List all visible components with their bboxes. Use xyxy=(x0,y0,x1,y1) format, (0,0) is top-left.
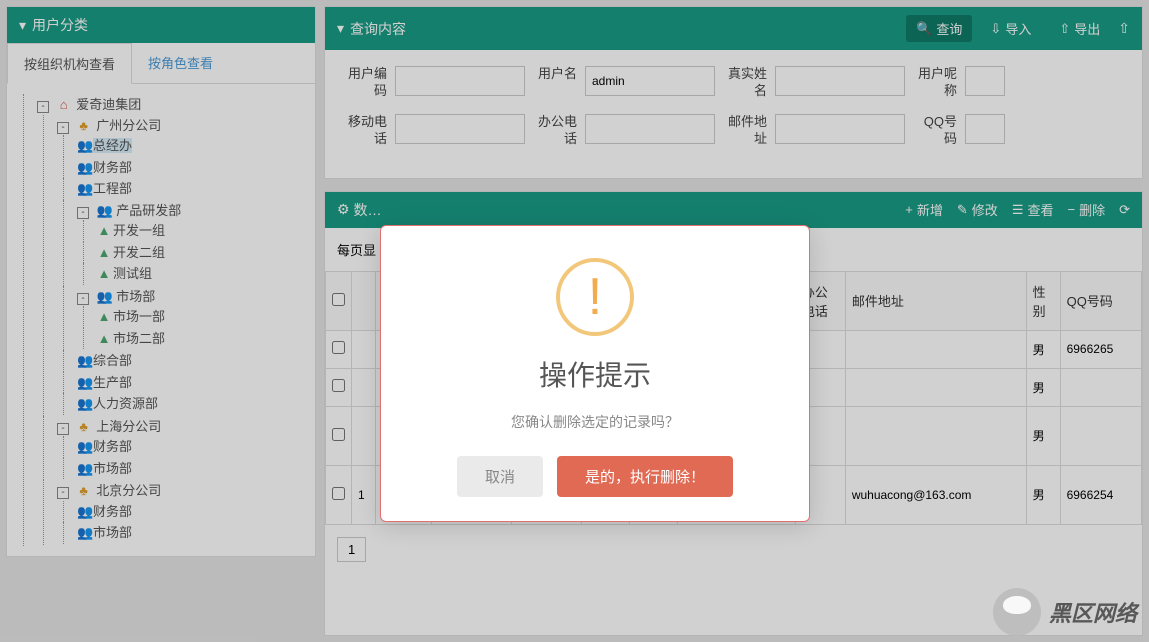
confirm-button[interactable]: 是的，执行删除！ xyxy=(557,456,733,497)
watermark-logo-icon xyxy=(993,588,1041,636)
cancel-button[interactable]: 取消 xyxy=(457,456,543,497)
confirm-modal: ! 操作提示 您确认删除选定的记录吗？ 取消 是的，执行删除！ xyxy=(380,225,810,522)
warning-icon: ! xyxy=(556,258,634,336)
watermark-text: 黑区网络 xyxy=(1049,596,1137,628)
modal-text: 您确认删除选定的记录吗？ xyxy=(405,412,785,432)
modal-title: 操作提示 xyxy=(405,354,785,394)
watermark: 黑区网络 xyxy=(993,588,1137,636)
